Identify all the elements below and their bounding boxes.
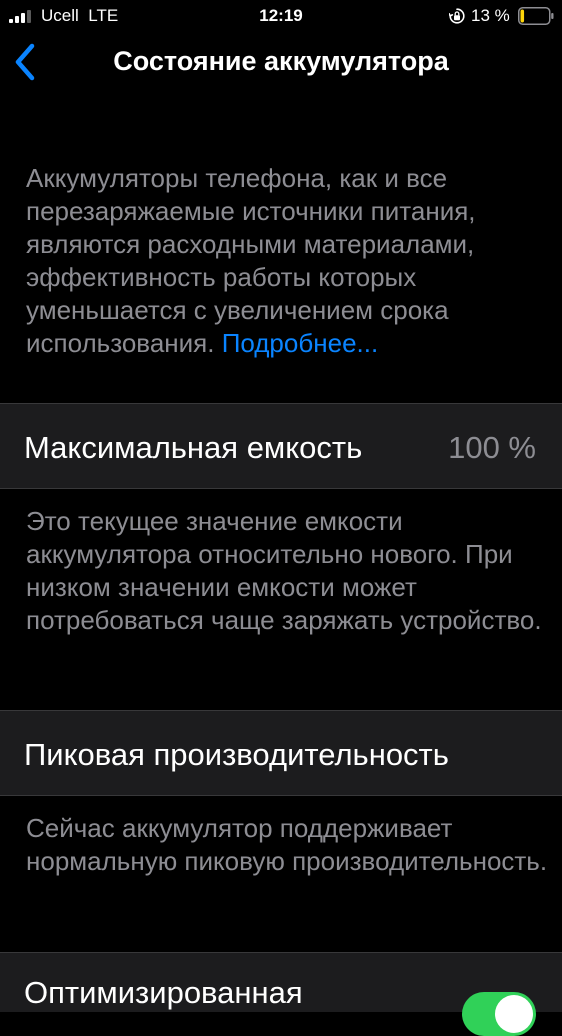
peak-performance-cell: Пиковая производительность [0,710,562,796]
optimized-charging-label: Оптимизированная [24,975,303,1010]
maximum-capacity-cell: Максимальная емкость 100 % [0,403,562,489]
page-title: Состояние аккумулятора [113,46,449,76]
battery-percentage: 13 % [471,6,510,25]
intro-description: Аккумуляторы телефона, как и все перезар… [26,162,548,360]
maximum-capacity-description: Это текущее значение емкости аккумулятор… [26,506,542,635]
learn-more-link[interactable]: Подробнее... [222,328,379,358]
peak-performance-label: Пиковая производительность [24,737,449,772]
peak-performance-description: Сейчас аккумулятор поддерживает нормальн… [26,813,548,876]
toggle-knob [495,995,533,1033]
maximum-capacity-label: Максимальная емкость [24,430,363,465]
status-bar: Ucell LTE 12:19 13 % [0,0,562,34]
battery-icon [518,7,554,25]
orientation-lock-icon [449,8,465,24]
optimized-charging-cell: Оптимизированная [0,952,562,1036]
battery-level-fill [520,9,525,23]
maximum-capacity-value: 100 % [448,430,536,465]
